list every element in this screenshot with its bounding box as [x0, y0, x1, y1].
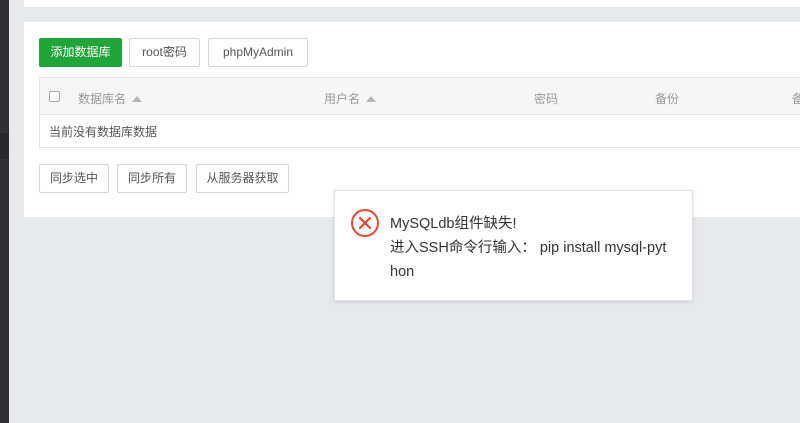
table-header: 数据库名 用户名 密码 备份 备 — [40, 78, 800, 115]
left-sidebar — [0, 0, 9, 423]
fetch-from-server-button[interactable]: 从服务器获取 — [196, 164, 289, 193]
database-table: 数据库名 用户名 密码 备份 备 当前没有数据库数据 — [39, 77, 800, 148]
sync-all-button[interactable]: 同步所有 — [117, 164, 187, 193]
sort-asc-icon — [132, 96, 143, 102]
column-db-name[interactable]: 数据库名 — [78, 78, 143, 114]
error-toast: MySQLdb组件缺失! 进入SSH命令行输入： pip install mys… — [334, 190, 693, 301]
toast-instruction-cont: hon — [390, 264, 415, 280]
column-db-name-label: 数据库名 — [78, 92, 127, 106]
sidebar-active-shade — [0, 133, 9, 159]
sync-selected-button[interactable]: 同步选中 — [39, 164, 109, 193]
error-circle-icon — [351, 209, 379, 237]
column-password: 密码 — [534, 92, 559, 106]
root-password-button[interactable]: root密码 — [129, 38, 200, 67]
sort-asc-icon — [366, 96, 377, 102]
toast-message: MySQLdb组件缺失! 进入SSH命令行输入： pip install mys… — [390, 212, 680, 284]
toast-title: MySQLdb组件缺失! — [390, 216, 517, 232]
column-backup: 备份 — [655, 92, 680, 106]
phpmyadmin-button[interactable]: phpMyAdmin — [208, 38, 308, 67]
column-username-label: 用户名 — [324, 92, 361, 106]
column-truncated: 备 — [792, 92, 800, 106]
add-database-button[interactable]: 添加数据库 — [39, 38, 122, 67]
toast-instruction: 进入SSH命令行输入： pip install mysql-pyt — [390, 240, 667, 256]
top-panel — [24, 0, 800, 7]
empty-table-message: 当前没有数据库数据 — [49, 125, 158, 139]
column-username[interactable]: 用户名 — [324, 78, 377, 114]
select-all-checkbox[interactable] — [49, 91, 60, 102]
